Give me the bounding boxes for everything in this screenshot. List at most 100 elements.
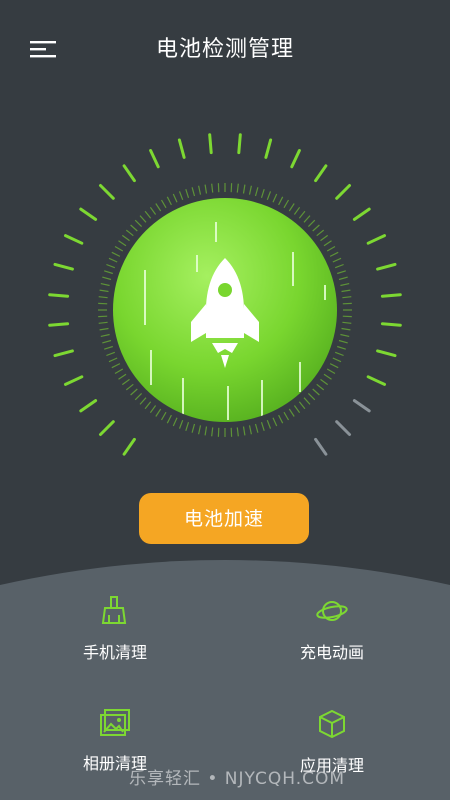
ring-tick bbox=[139, 397, 147, 405]
ring-tick bbox=[100, 283, 110, 287]
ring-tick bbox=[125, 383, 134, 391]
gauge-tick bbox=[314, 164, 328, 183]
ring-tick bbox=[334, 351, 344, 357]
ring-tick bbox=[323, 240, 332, 247]
ring-tick bbox=[100, 333, 110, 337]
gauge-tick bbox=[366, 234, 386, 245]
ring-tick bbox=[106, 351, 116, 357]
gauge-tick bbox=[352, 207, 371, 221]
ring-tick bbox=[144, 210, 152, 219]
feature-phone-clean[interactable]: 手机清理 bbox=[40, 595, 190, 663]
gauge-tick bbox=[122, 164, 136, 183]
ring-tick bbox=[118, 240, 127, 247]
ring-tick bbox=[312, 388, 320, 396]
ring-tick bbox=[111, 251, 121, 257]
battery-boost-button[interactable]: 电池加速 bbox=[139, 493, 309, 544]
gauge-tick bbox=[177, 138, 186, 159]
ring-tick bbox=[99, 289, 109, 293]
ring-tick bbox=[342, 321, 352, 324]
ring-tick bbox=[104, 270, 113, 275]
ring-tick bbox=[155, 408, 162, 417]
ring-tick bbox=[272, 417, 278, 427]
ring-tick bbox=[293, 405, 301, 414]
gauge-tick bbox=[380, 322, 402, 327]
ring-tick bbox=[278, 196, 284, 206]
ring-tick bbox=[320, 234, 329, 242]
ring-tick bbox=[130, 388, 138, 396]
ring-tick bbox=[338, 339, 348, 344]
ring-tick bbox=[185, 422, 190, 431]
feature-label: 充电动画 bbox=[299, 643, 364, 662]
ring-tick bbox=[326, 245, 336, 252]
gauge-tick bbox=[352, 399, 371, 413]
ring-tick bbox=[204, 184, 208, 194]
ring-tick bbox=[134, 219, 143, 228]
gauge-tick bbox=[376, 262, 397, 271]
ring-tick bbox=[283, 199, 290, 209]
ring-tick bbox=[134, 392, 143, 401]
ring-tick bbox=[98, 296, 108, 299]
gauge-tick bbox=[149, 149, 160, 169]
gauge-tick bbox=[366, 375, 386, 386]
gauge-tick bbox=[380, 293, 402, 298]
gauge-tick bbox=[264, 138, 273, 159]
ring-tick bbox=[337, 345, 346, 350]
ring-tick bbox=[236, 183, 239, 193]
ring-tick bbox=[338, 276, 348, 281]
ring-tick bbox=[160, 411, 167, 421]
ring-tick bbox=[191, 187, 196, 197]
ring-tick bbox=[307, 219, 316, 228]
ring-tick bbox=[288, 203, 295, 212]
ring-tick bbox=[114, 245, 124, 252]
ring-tick bbox=[204, 426, 208, 436]
ring-tick bbox=[144, 401, 152, 410]
ring-tick bbox=[341, 327, 351, 331]
feature-charge-animation[interactable]: 充电动画 bbox=[257, 595, 407, 663]
feature-label: 手机清理 bbox=[82, 643, 147, 662]
ring-tick bbox=[98, 321, 108, 324]
gauge-tick bbox=[53, 262, 74, 271]
ring-tick bbox=[298, 401, 306, 410]
gauge-tick bbox=[79, 207, 98, 221]
ring-tick bbox=[266, 419, 272, 429]
ring-tick bbox=[260, 422, 265, 431]
gauge-tick bbox=[53, 349, 74, 358]
ring-tick bbox=[283, 411, 290, 421]
ring-tick bbox=[108, 357, 118, 363]
ring-tick bbox=[303, 397, 311, 405]
ring-tick bbox=[337, 270, 346, 275]
gauge-tick bbox=[64, 234, 84, 245]
ring-tick bbox=[149, 405, 157, 414]
watermark: 乐享轻汇 • NJYCQH.COM bbox=[128, 769, 346, 789]
ring-tick bbox=[130, 224, 138, 232]
ring-tick bbox=[260, 189, 265, 198]
ring-tick bbox=[329, 251, 339, 257]
ring-tick bbox=[307, 392, 316, 401]
ring-tick bbox=[340, 283, 350, 287]
ring-tick bbox=[340, 333, 350, 337]
ring-tick bbox=[121, 378, 130, 386]
planet-icon bbox=[316, 601, 348, 621]
ring-tick bbox=[104, 345, 113, 350]
photo-icon bbox=[100, 709, 130, 736]
ring-tick bbox=[332, 257, 342, 263]
ring-tick bbox=[185, 189, 190, 198]
ring-tick bbox=[178, 191, 184, 201]
ring-tick bbox=[198, 185, 202, 195]
ring-tick bbox=[272, 193, 278, 203]
ring-tick bbox=[254, 423, 259, 433]
ring-tick bbox=[178, 419, 184, 429]
ring-tick bbox=[312, 224, 320, 232]
ring-tick bbox=[166, 196, 172, 206]
ring-tick bbox=[149, 206, 157, 215]
ring-tick bbox=[320, 378, 329, 386]
ring-tick bbox=[254, 187, 259, 197]
gauge-tick bbox=[376, 349, 397, 358]
ring-tick bbox=[332, 357, 342, 363]
ring-tick bbox=[288, 408, 295, 417]
ring-tick bbox=[248, 425, 252, 435]
gauge-tick bbox=[79, 399, 98, 413]
broom-icon bbox=[101, 596, 127, 624]
ring-tick bbox=[114, 368, 124, 375]
ring-tick bbox=[293, 206, 301, 215]
